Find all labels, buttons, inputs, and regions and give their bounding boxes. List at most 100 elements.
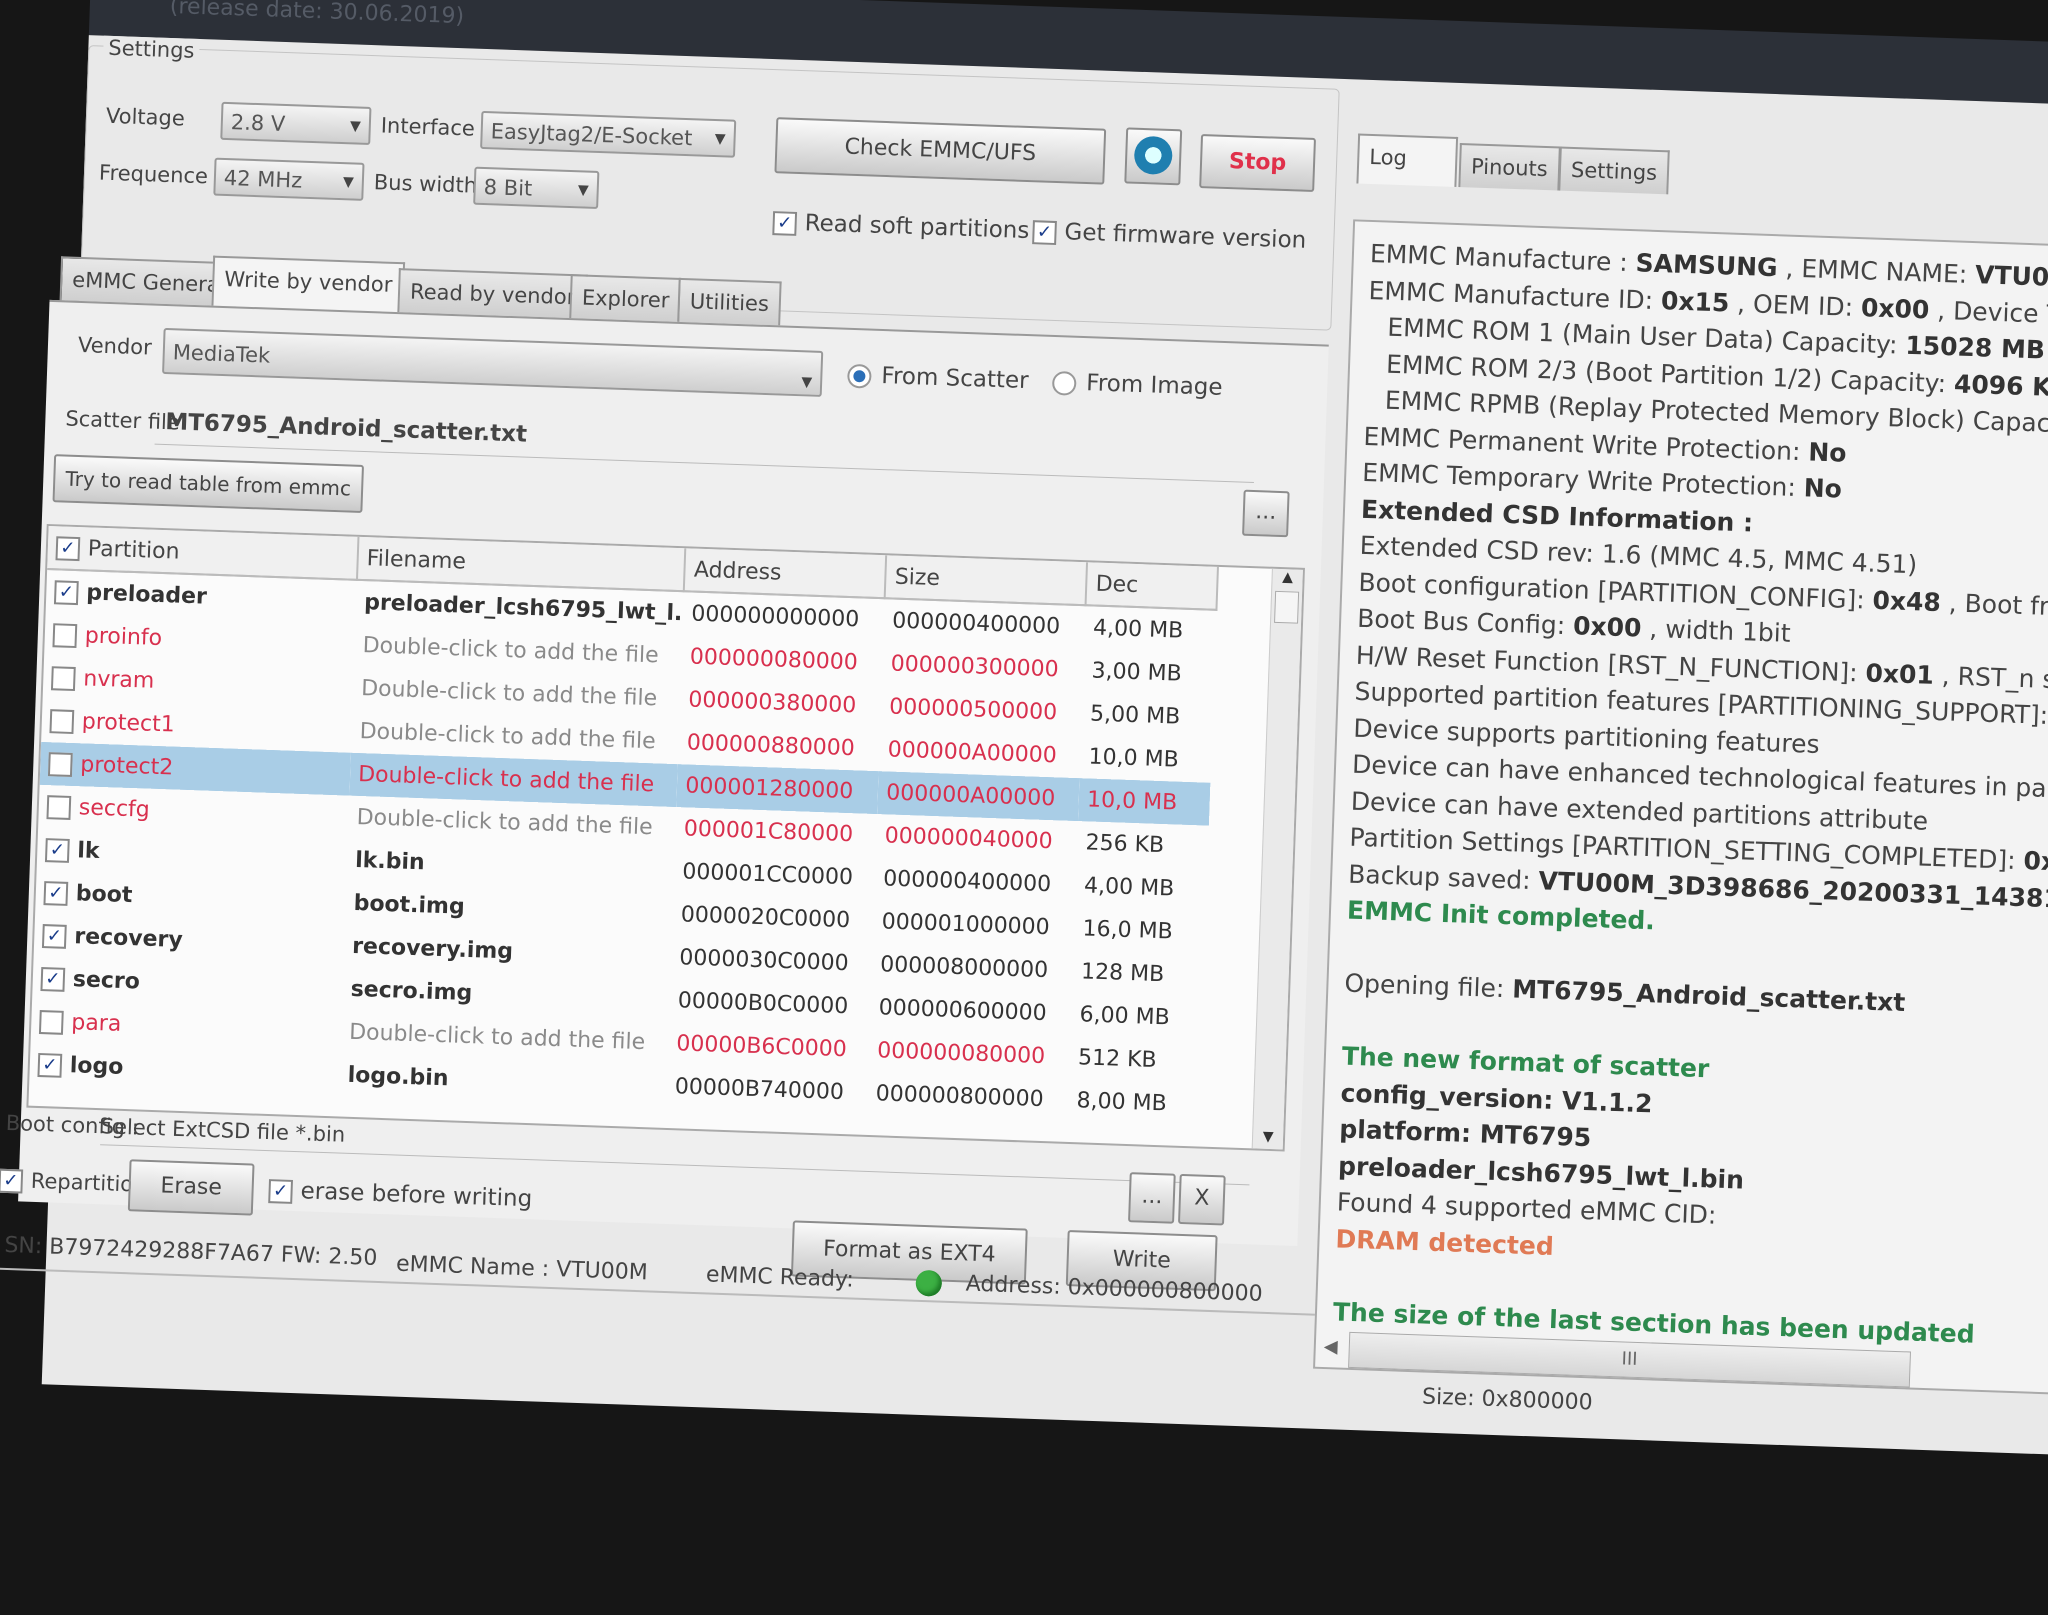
tab-utilities[interactable]: Utilities	[677, 277, 782, 326]
vendor-value: MediaTek	[172, 340, 271, 368]
address-cell: 00000B6C0000	[675, 1031, 848, 1063]
checkbox-checked-icon[interactable]: ✓	[41, 924, 67, 949]
refresh-button[interactable]	[1124, 127, 1183, 186]
chevron-down-icon: ▼	[714, 131, 726, 148]
tab-write-by-vendor[interactable]: Write by vendor	[211, 255, 406, 313]
repartition-checkbox[interactable]: ✓ Repartition	[0, 1168, 147, 1198]
chevron-down-icon: ▼	[801, 374, 813, 391]
dec-cell: 4,00 MB	[1092, 615, 1184, 644]
column-size[interactable]: Size	[885, 555, 1088, 606]
address-cell: 000000880000	[686, 730, 856, 762]
size-cell: 000000080000	[876, 1038, 1046, 1070]
log-text: 0x00	[2023, 846, 2048, 878]
column-address[interactable]: Address	[684, 548, 887, 599]
buswidth-select[interactable]: 8 Bit ▼	[473, 166, 600, 209]
log-lines: EMMC Manufacture : SAMSUNG , EMMC NAME: …	[1332, 236, 2048, 1360]
scroll-down-icon[interactable]: ▼	[1253, 1128, 1284, 1145]
dec-cell: 3,00 MB	[1091, 658, 1183, 687]
checkbox-checked-icon[interactable]: ✓	[53, 580, 79, 606]
address-cell: 000001CC0000	[681, 859, 854, 891]
address-cell: 000001C80000	[683, 816, 854, 848]
radio-empty-icon	[1051, 370, 1077, 396]
checkbox-empty-icon[interactable]	[52, 623, 78, 649]
dots-button[interactable]: ...	[1128, 1172, 1176, 1224]
interface-value: EasyJtag2/E-Socket	[490, 119, 693, 151]
size-cell: 000000800000	[875, 1081, 1045, 1113]
chevron-down-icon: ▼	[342, 174, 355, 191]
log-text: (0003	[2044, 336, 2048, 368]
dec-cell: 512 KB	[1077, 1045, 1158, 1074]
log-text: , width 1bit	[1640, 613, 1792, 648]
stop-button[interactable]: Stop	[1199, 133, 1316, 192]
erase-button[interactable]: Erase	[127, 1159, 255, 1216]
screen: (release date: 30.06.2019) Settings Volt…	[0, 0, 2048, 1607]
checkbox-checked-icon: ✓	[1032, 219, 1057, 245]
log-text: 0x15	[1660, 285, 1730, 318]
checkbox-checked-icon: ✓	[0, 1168, 24, 1194]
size-cell: 000000040000	[884, 823, 1054, 855]
checkbox-checked-icon[interactable]: ✓	[44, 838, 70, 863]
checkbox-checked-icon: ✓	[772, 210, 798, 236]
app-window: Settings Voltage 2.8 V ▼ Interface EasyJt…	[0, 35, 2048, 1458]
size-cell: 000008000000	[879, 952, 1049, 984]
dec-cell: 8,00 MB	[1076, 1088, 1168, 1117]
log-text: , Device Type	[1936, 295, 2048, 330]
partition-table: ✓ Partition Filename Address Size Dec ✓ pr…	[26, 523, 1305, 1152]
log-text: , OEM ID:	[1728, 288, 1862, 322]
checkbox-checked-icon[interactable]: ✓	[55, 535, 81, 561]
size-cell: 000000400000	[882, 866, 1052, 898]
address-cell: 00000B740000	[674, 1074, 845, 1106]
log-text: 0x00	[1860, 292, 1930, 325]
address-cell: 000000080000	[689, 644, 859, 676]
size-cell: 000001000000	[881, 909, 1051, 941]
scrollbar-thumb[interactable]	[1274, 590, 1300, 624]
browse-scatter-button[interactable]: ...	[1242, 489, 1290, 538]
checkbox-empty-icon[interactable]	[47, 752, 73, 777]
box-sn-status: Box SN: B7972429288F7A67 FW: 2.50	[0, 1231, 378, 1271]
checkbox-empty-icon[interactable]	[49, 709, 75, 735]
log-text: EMMC Manufacture ID:	[1368, 275, 1662, 315]
tab-log[interactable]: Log	[1356, 133, 1459, 187]
log-text: , RST_n signal is	[1941, 660, 2048, 697]
checkbox-checked-icon[interactable]: ✓	[43, 881, 69, 906]
tab-explorer[interactable]: Explorer	[569, 274, 683, 322]
log-text: 4096 KB	[1953, 368, 2048, 402]
checkbox-checked-icon: ✓	[268, 1178, 294, 1204]
frequence-select[interactable]: 42 MHz ▼	[213, 157, 365, 201]
voltage-label: Voltage	[105, 103, 186, 131]
log-text: config_version: V1.1.2	[1340, 1077, 1653, 1118]
checkbox-empty-icon[interactable]	[38, 1010, 64, 1035]
dec-cell: 256 KB	[1085, 830, 1165, 859]
emmc-name-status: eMMC Name : VTU00M	[395, 1251, 649, 1286]
address-status: Address: 0x000000800000	[965, 1271, 1264, 1307]
tab-log-settings[interactable]: Settings	[1558, 146, 1670, 195]
frequence-value: 42 MHz	[223, 165, 303, 193]
log-text: 15028 MB	[1904, 330, 2046, 365]
vendor-label: Vendor	[77, 332, 153, 360]
size-cell: 000000600000	[878, 995, 1048, 1027]
tab-read-by-vendor[interactable]: Read by vendor	[397, 268, 589, 319]
log-text: No	[1803, 473, 1843, 504]
log-text: , Boot from: R	[1948, 587, 2048, 623]
clear-button[interactable]: X	[1178, 1173, 1226, 1226]
checkbox-empty-icon[interactable]	[50, 666, 76, 692]
checkbox-checked-icon[interactable]: ✓	[37, 1052, 63, 1078]
size-cell: 000000400000	[891, 608, 1061, 640]
scroll-up-icon[interactable]: ▲	[1272, 569, 1303, 586]
ready-status-led-icon	[915, 1269, 943, 1297]
scroll-left-icon[interactable]: ◀	[1323, 1336, 1338, 1357]
column-dec[interactable]: Dec	[1085, 562, 1219, 610]
checkbox-checked-icon[interactable]: ✓	[40, 967, 66, 992]
log-text: 0x48	[1872, 585, 1942, 617]
log-output: EMMC Manufacture : SAMSUNG , EMMC NAME: …	[1313, 219, 2048, 1401]
check-emmc-button[interactable]: Check EMMC/UFS	[774, 117, 1107, 185]
dec-cell: 128 MB	[1080, 959, 1165, 988]
checkbox-empty-icon[interactable]	[46, 795, 72, 820]
tab-pinouts[interactable]: Pinouts	[1458, 143, 1561, 191]
frequence-label: Frequence	[98, 160, 209, 189]
size-cell: 000000A00000	[887, 737, 1058, 769]
dec-cell: 5,00 MB	[1089, 701, 1181, 730]
voltage-select[interactable]: 2.8 V ▼	[220, 101, 372, 146]
settings-group-label: Settings	[102, 35, 200, 63]
dec-cell: 6,00 MB	[1079, 1002, 1171, 1031]
